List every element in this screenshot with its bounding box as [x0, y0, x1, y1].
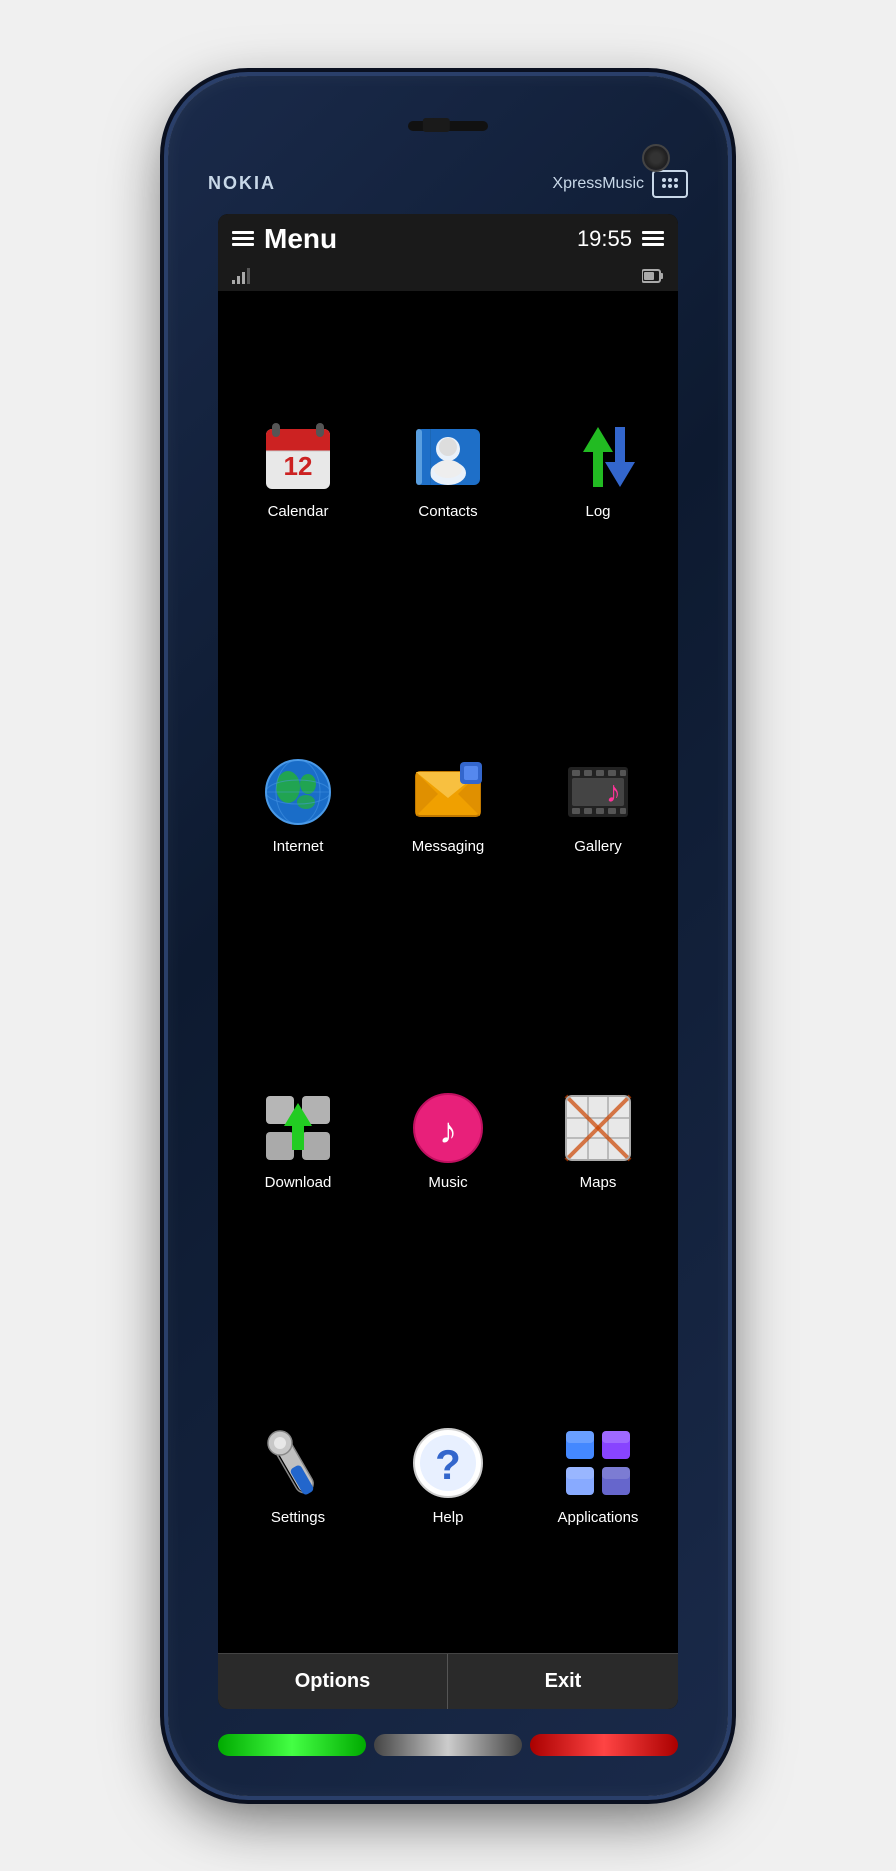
help-icon: ?: [408, 1423, 488, 1503]
internet-label: Internet: [273, 838, 324, 855]
phone-top: NOKIA XpressMusic: [188, 106, 708, 204]
help-label: Help: [433, 1509, 464, 1526]
app-music[interactable]: ♪ Music: [373, 972, 523, 1308]
svg-text:♪: ♪: [606, 776, 621, 809]
music-icon: ♪: [408, 1088, 488, 1168]
internet-icon: [258, 752, 338, 832]
time-display: 19:55: [577, 226, 632, 252]
gallery-label: Gallery: [574, 838, 622, 855]
download-icon: [258, 1088, 338, 1168]
app-maps[interactable]: Maps: [523, 972, 673, 1308]
battery-icon: [642, 268, 664, 287]
power-button[interactable]: [530, 1734, 678, 1756]
app-calendar[interactable]: 12 Calendar: [223, 301, 373, 637]
log-icon: [558, 417, 638, 497]
app-applications[interactable]: Applications: [523, 1307, 673, 1643]
sub-status-bar: [218, 264, 678, 291]
phone-screen: Menu 19:55: [218, 214, 678, 1709]
contacts-icon: [408, 417, 488, 497]
end-call-button[interactable]: [374, 1734, 522, 1756]
softkey-bar: Options Exit: [218, 1653, 678, 1709]
options-button[interactable]: Options: [218, 1654, 448, 1709]
svg-text:?: ?: [435, 1441, 461, 1488]
model-name: XpressMusic: [552, 170, 688, 198]
app-messaging[interactable]: Messaging: [373, 636, 523, 972]
music-label: Music: [428, 1174, 467, 1191]
hardware-buttons: [188, 1734, 708, 1756]
menu-lines-left: [232, 231, 254, 246]
call-button[interactable]: [218, 1734, 366, 1756]
messaging-icon: [408, 752, 488, 832]
phone-body: NOKIA XpressMusic: [168, 76, 728, 1796]
menu-lines-right: [642, 231, 664, 246]
gallery-icon: ♪: [558, 752, 638, 832]
calendar-label: Calendar: [268, 503, 329, 520]
app-grid: 12 Calendar: [218, 291, 678, 1653]
app-log[interactable]: Log: [523, 301, 673, 637]
contacts-label: Contacts: [418, 503, 477, 520]
download-label: Download: [265, 1174, 332, 1191]
maps-icon: [558, 1088, 638, 1168]
app-contacts[interactable]: Contacts: [373, 301, 523, 637]
brand-bar: NOKIA XpressMusic: [188, 164, 708, 204]
settings-label: Settings: [271, 1509, 325, 1526]
svg-text:12: 12: [284, 451, 313, 481]
exit-button[interactable]: Exit: [448, 1654, 678, 1709]
menu-title: Menu: [254, 223, 577, 255]
maps-label: Maps: [580, 1174, 617, 1191]
xpress-icon: [652, 170, 688, 198]
status-bar: Menu 19:55: [218, 214, 678, 264]
app-internet[interactable]: Internet: [223, 636, 373, 972]
log-label: Log: [585, 503, 610, 520]
applications-label: Applications: [558, 1509, 639, 1526]
app-gallery[interactable]: ♪ Gallery: [523, 636, 673, 972]
svg-text:♪: ♪: [439, 1110, 457, 1151]
messaging-label: Messaging: [412, 838, 485, 855]
nokia-logo: NOKIA: [208, 173, 276, 194]
signal-icon: [232, 268, 252, 287]
calendar-icon: 12: [258, 417, 338, 497]
applications-icon: [558, 1423, 638, 1503]
app-help[interactable]: ? Help: [373, 1307, 523, 1643]
app-settings[interactable]: Settings: [223, 1307, 373, 1643]
app-download[interactable]: Download: [223, 972, 373, 1308]
settings-icon: [258, 1423, 338, 1503]
